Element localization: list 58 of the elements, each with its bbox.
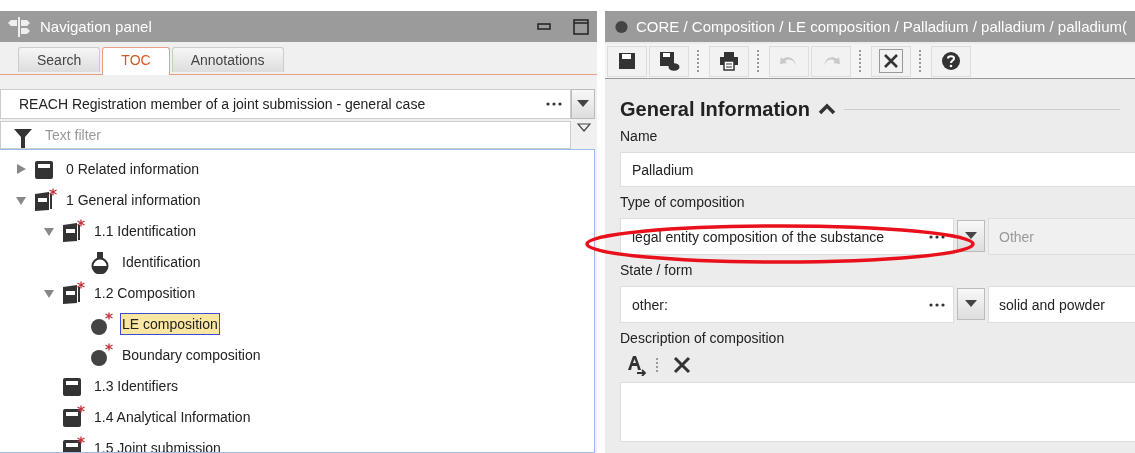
- picklist-field[interactable]: other:: [620, 286, 954, 323]
- signpost-icon: [8, 16, 32, 37]
- print-icon: [718, 50, 740, 72]
- dropdown-button[interactable]: [957, 288, 985, 320]
- save-comment-button[interactable]: [649, 45, 689, 77]
- caret-icon: [965, 300, 977, 308]
- section-title: General Information: [620, 97, 811, 121]
- more-icon: [929, 234, 945, 239]
- clear-format-button[interactable]: [672, 355, 692, 375]
- help-button[interactable]: [931, 45, 971, 77]
- filter-icon: [14, 128, 32, 148]
- print-button[interactable]: [709, 45, 749, 77]
- font-arrow-icon: [626, 354, 648, 376]
- text-filter-field[interactable]: Text filter: [0, 121, 571, 149]
- save-icon: [616, 50, 638, 72]
- close-icon: [880, 50, 902, 72]
- dropdown-button[interactable]: [571, 89, 595, 119]
- more-icon: [546, 102, 562, 106]
- options-arrow-icon[interactable]: [577, 123, 591, 133]
- tab[interactable]: Search: [18, 47, 101, 72]
- minimize-icon[interactable]: [537, 22, 551, 31]
- tree-item[interactable]: 1.1 Identification: [92, 219, 198, 242]
- save-comment-icon: [658, 50, 680, 72]
- maximize-icon[interactable]: [573, 18, 589, 35]
- tree-item[interactable]: 1.2 Composition: [92, 281, 198, 304]
- name-field[interactable]: Palladium: [620, 152, 1135, 187]
- collapsed-arrow-icon[interactable]: [15, 162, 27, 175]
- other-text-field[interactable]: Other: [988, 218, 1135, 255]
- caret-icon: [577, 100, 589, 108]
- close-button[interactable]: [871, 45, 911, 77]
- field-label: Type of composition: [620, 194, 745, 210]
- chevron-icon: [818, 102, 837, 116]
- save-button[interactable]: [607, 45, 647, 77]
- caret-icon: [965, 232, 977, 240]
- tab[interactable]: Annotations: [171, 47, 284, 72]
- help-icon: [940, 50, 962, 72]
- field-label: Name: [620, 128, 658, 144]
- tree-item[interactable]: 1.4 Analytical Information: [92, 405, 253, 428]
- tree-item[interactable]: LE composition: [120, 312, 220, 335]
- tree-item[interactable]: Identification: [120, 250, 203, 273]
- breadcrumb-title: CORE / Composition / LE composition / Palladium / palladium / palladium(: [635, 18, 1127, 35]
- panel-title: Navigation panel: [40, 18, 152, 35]
- tree-item[interactable]: 1 General information: [64, 188, 203, 211]
- tree-item[interactable]: Boundary composition: [120, 343, 263, 366]
- tree-item[interactable]: 1.5 Joint submission: [92, 436, 223, 452]
- tree-item[interactable]: 0 Related information: [64, 157, 202, 180]
- detail-text-field[interactable]: solid and powder: [988, 286, 1135, 323]
- text-format-button[interactable]: [626, 354, 648, 376]
- tab[interactable]: TOC: [102, 47, 170, 75]
- field-label: State / form: [620, 262, 693, 278]
- cross-icon: [672, 355, 692, 375]
- tree-item[interactable]: 1.3 Identifiers: [92, 374, 181, 397]
- description-field[interactable]: [620, 382, 1135, 442]
- template-dropdown[interactable]: REACH Registration member of a joint submission - general case: [0, 89, 571, 119]
- more-icon: [929, 302, 945, 307]
- collapse-button[interactable]: [818, 102, 837, 116]
- field-label: Description of composition: [620, 330, 785, 346]
- picklist-field[interactable]: legal entity composition of the substance: [620, 218, 954, 255]
